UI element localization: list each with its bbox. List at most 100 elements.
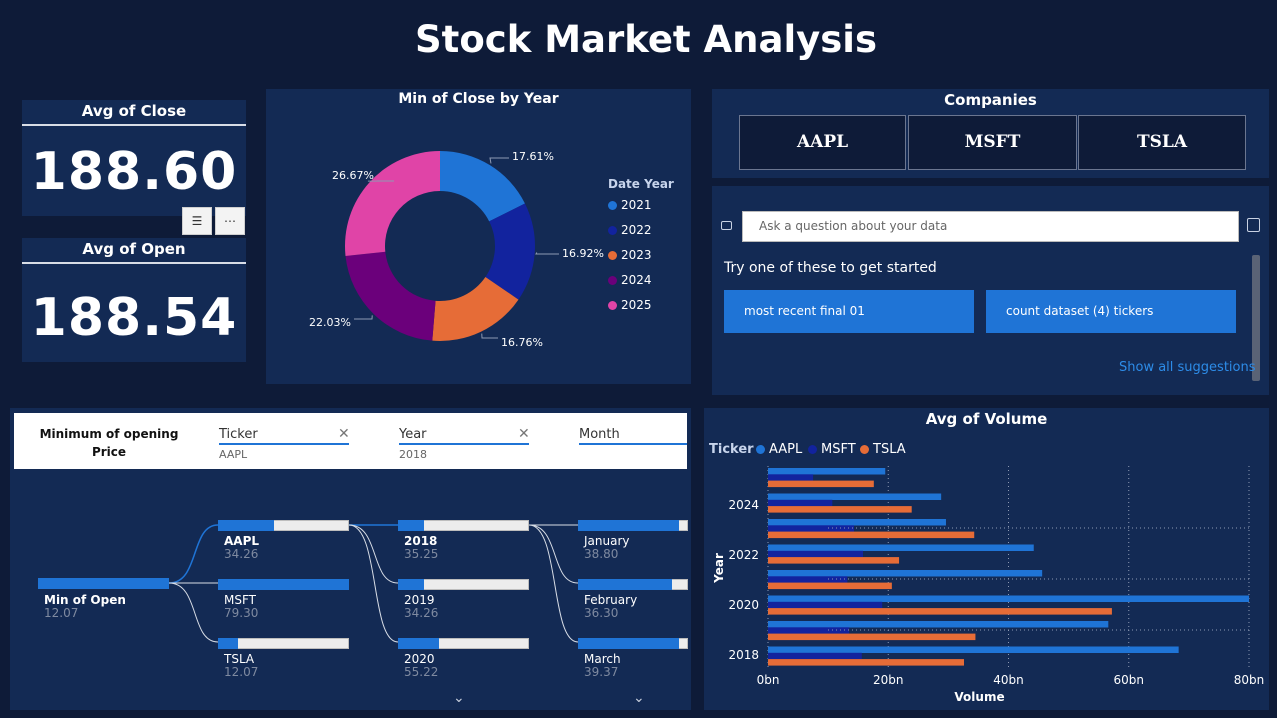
company-button-aapl[interactable]: AAPL <box>739 115 906 170</box>
donut-data-label: 16.92% <box>562 247 604 260</box>
y-tick-label: 2018 <box>728 648 759 662</box>
tree-node-label: TSLA <box>224 652 255 666</box>
tree-node-bar-fill <box>398 520 424 531</box>
bar-AAPL-2019[interactable] <box>768 621 1109 628</box>
bar-AAPL-2021[interactable] <box>768 570 1043 577</box>
leader-line <box>481 333 498 339</box>
tree-node-value: 39.37 <box>584 665 619 679</box>
bar-MSFT-2019[interactable] <box>768 627 850 634</box>
tree-node-value: 79.30 <box>224 606 259 620</box>
tree-node-value: 35.25 <box>404 547 439 561</box>
bar-TSLA-2024[interactable] <box>768 506 912 513</box>
legend-item-2021[interactable]: 2021 <box>608 198 652 212</box>
company-button-tsla[interactable]: TSLA <box>1078 115 1246 170</box>
volume-bar-chart: 0bn 20bn 40bn 60bn 80bn 2024 2022 2020 2018 Volum… <box>712 466 1265 704</box>
tree-node-label: January <box>584 534 630 548</box>
kpi-value: 188.60 <box>30 142 238 202</box>
bar-AAPL-2020[interactable] <box>768 595 1249 603</box>
chevron-down-icon[interactable]: ⌄ <box>453 690 465 706</box>
bar-TSLA-2025[interactable] <box>768 480 874 488</box>
root-node-value: 12.07 <box>44 606 79 620</box>
x-tick-label: 20bn <box>873 673 904 687</box>
qa-search-input[interactable]: Ask a question about your data <box>742 211 1239 242</box>
chat-icon <box>721 221 732 230</box>
legend-item-2025[interactable]: 2025 <box>608 298 652 312</box>
qa-suggestion-button[interactable]: most recent final 01 <box>724 290 974 333</box>
filter-icon[interactable]: ☰ <box>182 207 212 235</box>
x-tick-label: 40bn <box>993 673 1024 687</box>
legend-label: 2023 <box>621 248 652 262</box>
tree-node-label: 2018 <box>404 534 438 548</box>
y-tick-label: 2022 <box>728 548 759 562</box>
legend-label: 2024 <box>621 273 652 287</box>
tree-node-bar-fill <box>218 579 349 590</box>
legend-dot <box>608 200 617 210</box>
tree-node-value: 34.26 <box>224 547 259 561</box>
bar-AAPL-2022[interactable] <box>768 544 1034 552</box>
bar-TSLA-2023[interactable] <box>768 531 975 539</box>
legend-dot <box>608 275 617 285</box>
donut-data-label: 17.61% <box>512 150 554 163</box>
bar-TSLA-2021[interactable] <box>768 582 892 590</box>
qa-suggestion-button[interactable]: count dataset (4) tickers <box>986 290 1236 333</box>
kpi-divider <box>22 124 246 126</box>
donut-data-label: 22.03% <box>309 316 351 329</box>
y-tick-label: 2024 <box>728 498 759 512</box>
kpi-card-avg-open: Avg of Open 188.54 <box>22 238 246 362</box>
donut-slice-2024[interactable] <box>345 251 436 341</box>
legend-label: 2022 <box>621 223 652 237</box>
donut-data-label: 26.67% <box>332 169 374 182</box>
more-options-icon[interactable]: ⋯ <box>215 207 245 235</box>
chevron-down-icon[interactable]: ⌄ <box>633 690 645 706</box>
donut-data-label: 16.76% <box>501 336 543 349</box>
bar-MSFT-2018[interactable] <box>768 652 862 660</box>
bar-MSFT-2021[interactable] <box>768 576 848 583</box>
companies-title: Companies <box>944 91 1037 109</box>
bar-AAPL-2024[interactable] <box>768 493 942 501</box>
tree-node-value: 55.22 <box>404 665 439 679</box>
legend-item-2024[interactable]: 2024 <box>608 273 652 287</box>
legend-dot <box>608 300 617 310</box>
x-tick-label: 0bn <box>757 673 780 687</box>
legend-title: Date Year <box>608 177 674 191</box>
bar-TSLA-2022[interactable] <box>768 557 900 564</box>
bar-AAPL-2023[interactable] <box>768 519 946 526</box>
tree-node-label: March <box>584 652 621 666</box>
bar-MSFT-2022[interactable] <box>768 550 863 558</box>
tree-node-label: 2020 <box>404 652 435 666</box>
y-tick-label: 2020 <box>728 598 759 612</box>
tree-node-label: AAPL <box>224 534 260 548</box>
qa-options-icon[interactable] <box>1247 218 1260 232</box>
bar-MSFT-2025[interactable] <box>768 474 814 481</box>
donut-slice-2025[interactable] <box>345 151 440 256</box>
kpi-card-avg-close: Avg of Close 188.60 <box>22 100 246 216</box>
bar-MSFT-2024[interactable] <box>768 499 833 507</box>
root-node-label: Min of Open <box>44 593 126 607</box>
show-all-suggestions-link[interactable]: Show all suggestions <box>1119 360 1256 375</box>
bar-MSFT-2023[interactable] <box>768 525 854 532</box>
bar-AAPL-2025[interactable] <box>768 468 886 475</box>
kpi-value: 188.54 <box>30 288 238 348</box>
bar-TSLA-2019[interactable] <box>768 633 976 641</box>
legend-dot <box>608 225 617 235</box>
leader-line <box>354 315 373 320</box>
tree-node-bar-fill <box>578 579 672 590</box>
tree-node-label: 2019 <box>404 593 435 607</box>
tree-node-bar-fill <box>578 638 679 649</box>
company-button-msft[interactable]: MSFT <box>908 115 1077 170</box>
legend-label: 2021 <box>621 198 652 212</box>
bar-AAPL-2018[interactable] <box>768 646 1179 654</box>
tree-node-bar-fill <box>398 579 424 590</box>
legend-label: 2025 <box>621 298 652 312</box>
bar-TSLA-2018[interactable] <box>768 659 965 666</box>
y-axis-title: Year <box>712 553 726 584</box>
legend-item-2023[interactable]: 2023 <box>608 248 652 262</box>
legend-dot <box>608 250 617 260</box>
root-node-bar-fill <box>38 578 169 589</box>
tree-node-label: February <box>584 593 638 607</box>
x-tick-label: 80bn <box>1234 673 1265 687</box>
legend-item-2022[interactable]: 2022 <box>608 223 652 237</box>
kpi-title: Avg of Close <box>81 102 187 120</box>
bar-TSLA-2020[interactable] <box>768 608 1112 615</box>
bar-MSFT-2020[interactable] <box>768 601 883 609</box>
